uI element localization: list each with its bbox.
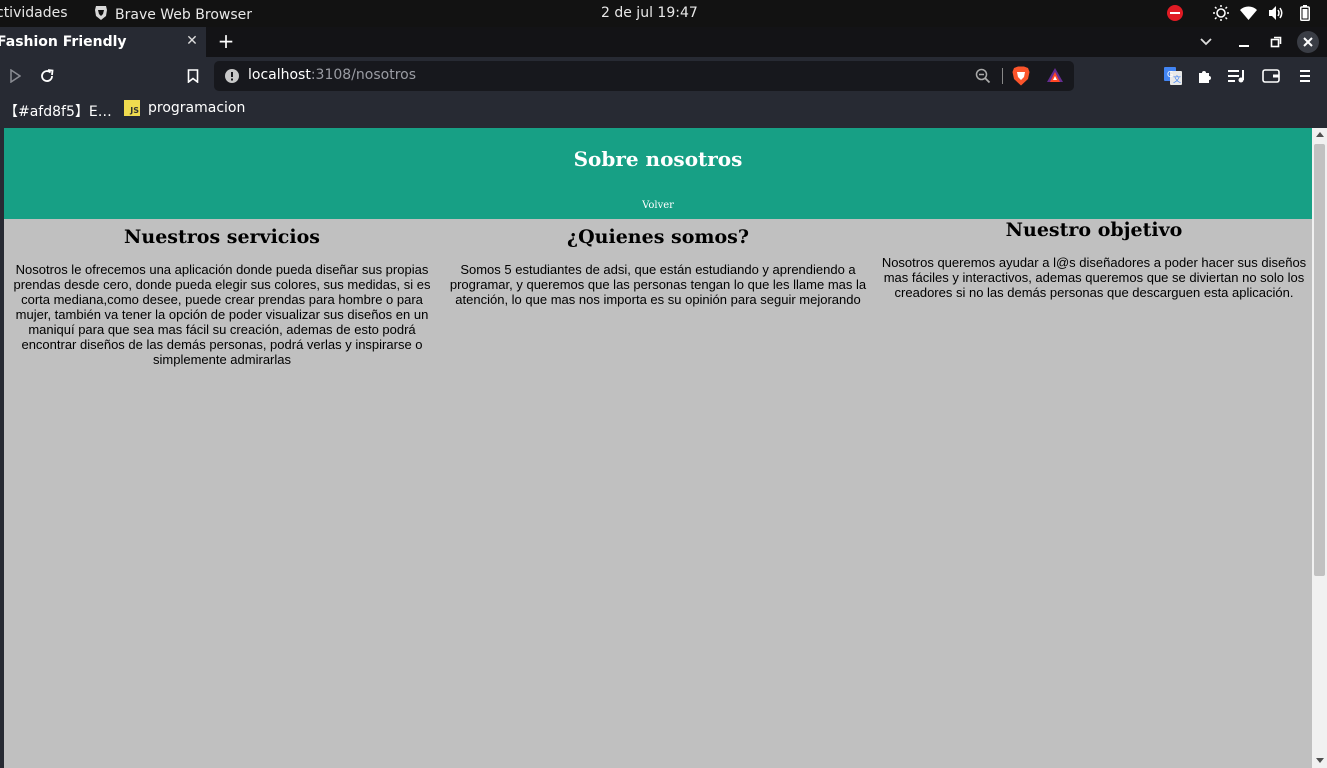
page-title: Sobre nosotros (573, 147, 743, 171)
browser-toolbar: localhost:3108/nosotros G文 (0, 57, 1327, 94)
section-heading: Nuestro objetivo (1005, 219, 1183, 241)
reload-icon[interactable] (36, 65, 58, 87)
svg-text:文: 文 (1173, 74, 1181, 84)
system-tray[interactable] (1166, 4, 1313, 21)
extensions-icon[interactable] (1194, 65, 1216, 87)
app-menu[interactable]: Brave Web Browser (94, 5, 252, 25)
translate-icon[interactable]: G文 (1162, 65, 1184, 87)
app-name: Brave Web Browser (115, 7, 252, 23)
zoom-icon[interactable] (975, 68, 991, 88)
brave-lion-icon (94, 5, 108, 25)
scrollbar-thumb[interactable] (1314, 144, 1325, 576)
activities-button[interactable]: ctividades (0, 5, 68, 21)
section-objective: Nuestro objetivo Nosotros queremos ayuda… (876, 219, 1312, 300)
scroll-down-arrow-icon[interactable] (1316, 758, 1324, 763)
tab-active[interactable]: Fashion Friendly ✕ (0, 27, 206, 57)
section-heading: ¿Quienes somos? (567, 226, 749, 248)
scroll-up-arrow-icon[interactable] (1316, 132, 1324, 137)
brave-rewards-icon[interactable] (1046, 67, 1064, 87)
url-text[interactable]: localhost:3108/nosotros (248, 67, 416, 83)
tab-close-icon[interactable]: ✕ (184, 33, 200, 49)
clock[interactable]: 2 de jul 19:47 (601, 5, 698, 21)
back-link[interactable]: Volver (4, 200, 1312, 211)
section-heading: Nuestros servicios (124, 226, 320, 248)
do-not-disturb-icon[interactable] (1166, 4, 1183, 21)
section-body: Somos 5 estudiantes de adsi, que están e… (449, 262, 867, 307)
wallet-icon[interactable] (1260, 65, 1282, 87)
bookmark-item-programacion[interactable]: JS programacion (124, 100, 245, 116)
address-bar[interactable]: localhost:3108/nosotros (214, 61, 1074, 91)
section-services: Nuestros servicios Nosotros le ofrecemos… (4, 226, 440, 367)
bookmark-item-1[interactable]: 【#afd8f5】E… (4, 101, 112, 121)
javascript-icon: JS (124, 100, 140, 116)
site-info-icon[interactable] (224, 68, 240, 88)
tab-title: Fashion Friendly (0, 34, 127, 50)
section-body: Nosotros queremos ayudar a l@s diseñador… (881, 255, 1307, 300)
night-light-icon[interactable] (1212, 4, 1229, 21)
new-tab-button[interactable]: + (216, 31, 236, 52)
menu-icon[interactable] (1294, 65, 1316, 87)
forward-icon[interactable] (4, 65, 26, 87)
brave-shields-icon[interactable] (1012, 66, 1030, 90)
section-body: Nosotros le ofrecemos una aplicación don… (13, 262, 431, 367)
url-path: :3108/nosotros (310, 67, 417, 83)
battery-icon[interactable] (1296, 4, 1313, 21)
section-about: ¿Quienes somos? Somos 5 estudiantes de a… (440, 226, 876, 307)
bookmark-label: programacion (148, 100, 246, 116)
close-window-button[interactable] (1297, 31, 1319, 53)
tab-search-chevron-icon[interactable] (1195, 31, 1217, 53)
url-host: localhost (248, 67, 311, 83)
bookmarks-bar: 【#afd8f5】E… JS programacion (0, 94, 1327, 128)
vertical-scrollbar[interactable] (1312, 128, 1327, 768)
tab-strip: Fashion Friendly ✕ + (0, 27, 1327, 57)
window-left-edge (0, 128, 4, 768)
system-top-bar: ctividades Brave Web Browser 2 de jul 19… (0, 0, 1327, 27)
volume-icon[interactable] (1268, 4, 1285, 21)
page-viewport: Sobre nosotros Volver Nuestros servicios… (0, 128, 1327, 768)
wifi-icon[interactable] (1240, 4, 1257, 21)
bookmark-icon[interactable] (182, 65, 204, 87)
playlist-icon[interactable] (1226, 65, 1248, 87)
url-separator (1002, 68, 1003, 84)
page-header: Sobre nosotros Volver (4, 128, 1312, 219)
minimize-button[interactable] (1233, 31, 1255, 53)
restore-button[interactable] (1265, 31, 1287, 53)
